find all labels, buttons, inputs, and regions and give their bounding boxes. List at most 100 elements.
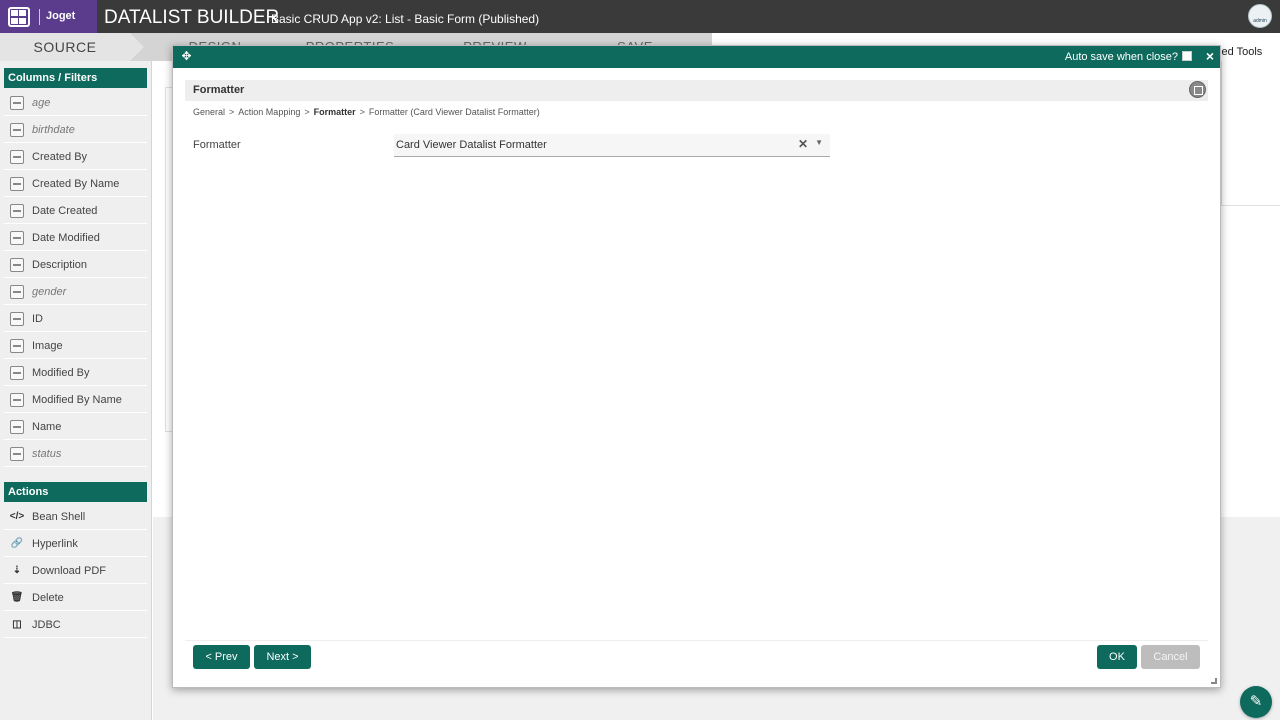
palette-item-label: Created By [32, 150, 88, 163]
breadcrumb-separator: > [229, 107, 235, 117]
palette-item-label: Hyperlink [32, 537, 78, 550]
column-icon [10, 419, 24, 434]
actions-header: Actions [4, 482, 147, 502]
palette-item-label: Modified By [32, 366, 90, 379]
columns-filters-header: Columns / Filters [4, 68, 147, 88]
link-icon: 🔗 [10, 538, 24, 549]
column-icon [10, 176, 24, 191]
edit-pencil-icon[interactable]: ✎ [1240, 686, 1272, 718]
formatter-selected-value: Card Viewer Datalist Formatter [396, 139, 547, 151]
top-bar: Joget DATALIST BUILDER Basic CRUD App v2… [0, 0, 1280, 33]
download-icon: ⇣ [12, 565, 22, 576]
resize-handle-icon[interactable] [1211, 678, 1217, 684]
logo-divider [39, 9, 40, 25]
app-subtitle: Basic CRUD App v2: List - Basic Form (Pu… [271, 12, 540, 26]
ok-button[interactable]: OK [1097, 645, 1137, 669]
palette-item-name[interactable]: Name [4, 414, 147, 440]
advanced-tools-link[interactable]: ced Tools [1216, 46, 1262, 58]
dialog-titlebar[interactable]: ✥ Auto save when close? × [173, 46, 1220, 68]
autosave-label: Auto save when close? [1064, 51, 1178, 63]
palette-sidebar: Columns / Filters age birthdate Created … [0, 61, 152, 720]
palette-action-download-pdf[interactable]: ⇣ Download PDF [4, 558, 147, 584]
formatter-select[interactable]: Card Viewer Datalist Formatter ✕ ▼ [394, 134, 830, 157]
palette-item-label: Bean Shell [32, 510, 86, 523]
fullscreen-icon[interactable] [1189, 81, 1206, 98]
formatter-field-label: Formatter [193, 139, 241, 151]
palette-item-label: Name [32, 420, 62, 433]
palette-item-id[interactable]: ID [4, 306, 147, 332]
column-icon [10, 311, 24, 326]
palette-item-age[interactable]: age [4, 90, 147, 116]
column-icon [10, 392, 24, 407]
column-icon [10, 338, 24, 353]
user-avatar[interactable]: admin [1248, 4, 1272, 28]
breadcrumb-separator: > [359, 107, 365, 117]
breadcrumb-current: Formatter (Card Viewer Datalist Formatte… [368, 107, 540, 117]
next-button[interactable]: Next > [254, 645, 311, 669]
section-header: Formatter [185, 80, 1208, 101]
footer-divider [185, 640, 1208, 641]
palette-item-label: status [32, 447, 62, 460]
breadcrumb-formatter[interactable]: Formatter [314, 107, 356, 117]
breadcrumb-general[interactable]: General [193, 107, 225, 117]
column-icon [10, 149, 24, 164]
breadcrumb-action-mapping[interactable]: Action Mapping [238, 107, 300, 117]
palette-action-bean-shell[interactable]: </> Bean Shell [4, 504, 147, 530]
palette-item-birthdate[interactable]: birthdate [4, 117, 147, 143]
palette-item-modified-by[interactable]: Modified By [4, 360, 147, 386]
palette-item-created-by[interactable]: Created By [4, 144, 147, 170]
canvas-right-panel [1221, 61, 1280, 206]
column-icon [10, 230, 24, 245]
palette-action-jdbc[interactable]: ◫ JDBC [4, 612, 147, 638]
tab-source[interactable]: SOURCE [0, 33, 130, 61]
palette-item-label: gender [32, 285, 67, 298]
palette-item-image[interactable]: Image [4, 333, 147, 359]
breadcrumb: General > Action Mapping > Formatter > F… [193, 107, 540, 117]
palette-item-label: Image [32, 339, 63, 352]
code-icon: </> [9, 511, 25, 522]
apps-menu-icon[interactable] [8, 7, 30, 27]
formatter-dialog: ✥ Auto save when close? × Formatter Gene… [172, 45, 1221, 688]
trash-icon: 🗑 [10, 592, 24, 603]
palette-item-label: birthdate [32, 123, 75, 136]
chevron-down-icon[interactable]: ▼ [815, 138, 823, 147]
palette-item-created-by-name[interactable]: Created By Name [4, 171, 147, 197]
autosave-checkbox[interactable] [1182, 51, 1192, 61]
palette-item-label: Download PDF [32, 564, 106, 577]
logo-area: Joget [0, 0, 97, 33]
column-icon [10, 122, 24, 137]
palette-item-gender[interactable]: gender [4, 279, 147, 305]
palette-item-status[interactable]: status [4, 441, 147, 467]
palette-item-label: Date Created [32, 204, 98, 217]
column-icon [10, 203, 24, 218]
palette-item-label: Date Modified [32, 231, 100, 244]
column-icon [10, 365, 24, 380]
move-icon[interactable]: ✥ [180, 50, 193, 63]
clear-selection-icon[interactable]: ✕ [798, 137, 808, 151]
cancel-button[interactable]: Cancel [1141, 645, 1200, 669]
prev-button[interactable]: < Prev [193, 645, 250, 669]
palette-item-label: ID [32, 312, 43, 325]
database-icon: ◫ [12, 619, 22, 630]
palette-action-delete[interactable]: 🗑 Delete [4, 585, 147, 611]
section-title: Formatter [193, 84, 245, 96]
column-icon [10, 95, 24, 110]
palette-item-date-modified[interactable]: Date Modified [4, 225, 147, 251]
breadcrumb-separator: > [304, 107, 310, 117]
palette-item-description[interactable]: Description [4, 252, 147, 278]
palette-item-label: age [32, 96, 51, 109]
tab-arrow [130, 33, 144, 61]
palette-item-label: JDBC [32, 618, 61, 631]
builder-title: DATALIST BUILDER [104, 7, 280, 28]
palette-item-label: Modified By Name [32, 393, 122, 406]
column-icon [10, 446, 24, 461]
column-icon [10, 257, 24, 272]
close-icon[interactable]: × [1206, 48, 1214, 64]
joget-logo[interactable]: Joget [46, 10, 75, 22]
avatar-label: admin [1253, 18, 1267, 24]
palette-item-label: Description [32, 258, 88, 271]
palette-action-hyperlink[interactable]: 🔗 Hyperlink [4, 531, 147, 557]
palette-item-date-created[interactable]: Date Created [4, 198, 147, 224]
palette-item-modified-by-name[interactable]: Modified By Name [4, 387, 147, 413]
column-icon [10, 284, 24, 299]
